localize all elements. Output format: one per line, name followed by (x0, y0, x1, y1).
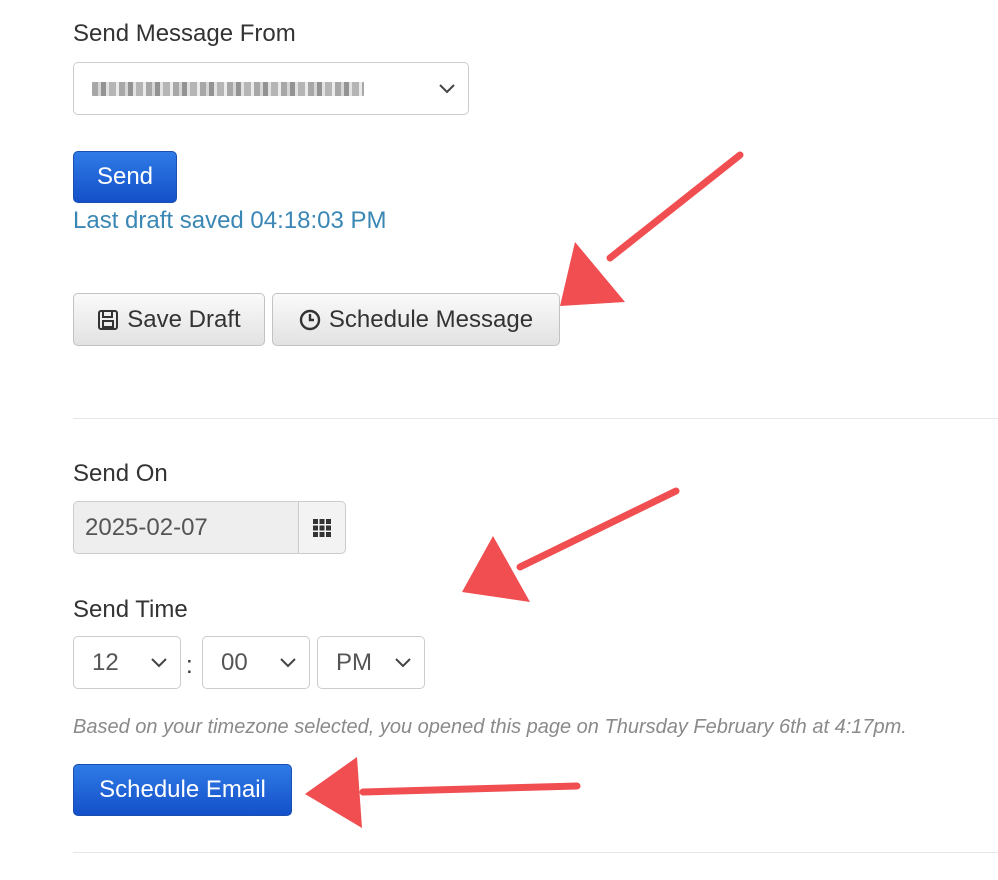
arrow-to-date (516, 487, 680, 571)
arrow-to-schedule-message (606, 151, 744, 262)
annotation-arrows (305, 151, 744, 828)
arrow-head-schedule-email (305, 757, 362, 828)
arrow-to-schedule-email (359, 782, 581, 796)
